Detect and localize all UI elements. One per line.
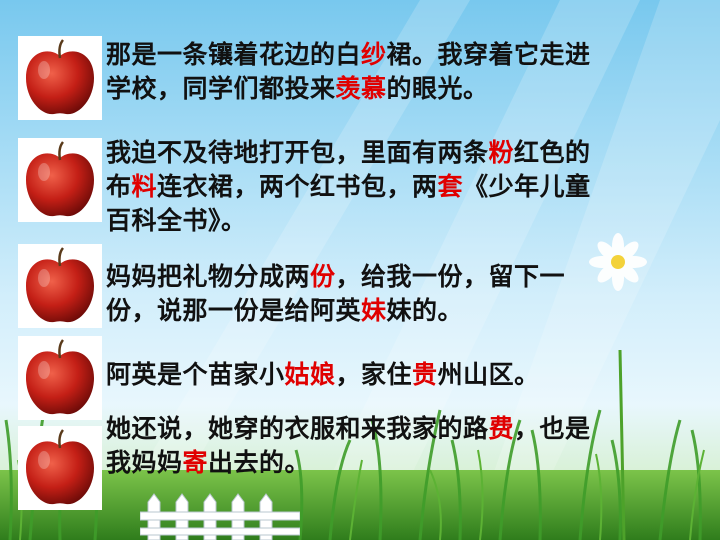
paragraph-5: 她还说，她穿的衣服和来我家的路费，也是 我妈妈寄出去的。 <box>106 412 716 480</box>
text-line: 百科全书》。 <box>106 204 716 238</box>
text-segment: 妈妈把礼物分成两 <box>106 262 311 291</box>
text-segment: 份，说那一份是给阿英 <box>106 296 362 325</box>
text-segment: 布 <box>106 172 132 201</box>
highlighted-character: 份 <box>310 262 336 291</box>
text-line: 阿英是个苗家小姑娘，家住贵州山区。 <box>106 358 716 392</box>
text-segment: 妹的。 <box>386 296 464 325</box>
apple-icon <box>18 244 102 328</box>
highlighted-character: 妹 <box>361 296 387 325</box>
text-segment: 红色的 <box>514 138 591 167</box>
paragraph-4: 阿英是个苗家小姑娘，家住贵州山区。 <box>106 358 716 392</box>
paragraph-1: 那是一条镶着花边的白纱裙。我穿着它走进 学校，同学们都投来羡慕的眼光。 <box>106 38 716 106</box>
white-fence-icon <box>140 493 300 540</box>
text-line: 妈妈把礼物分成两份，给我一份，留下一 <box>106 260 716 294</box>
text-segment: 的眼光。 <box>386 74 489 103</box>
highlighted-character: 粉 <box>488 138 515 167</box>
text-segment: 《少年儿童 <box>463 172 591 201</box>
text-line: 我妈妈寄出去的。 <box>106 446 716 480</box>
text-segment: 她还说，她穿的衣服和来我家的路 <box>106 414 489 443</box>
text-segment: 阿英是个苗家小 <box>106 360 285 389</box>
text-line: 她还说，她穿的衣服和来我家的路费，也是 <box>106 412 716 446</box>
apple-icon <box>18 336 102 420</box>
text-segment: 学校，同学们都投来 <box>106 74 336 103</box>
text-line: 那是一条镶着花边的白纱裙。我穿着它走进 <box>106 38 716 72</box>
apple-icon <box>18 36 102 120</box>
highlighted-character: 料 <box>131 172 158 201</box>
text-segment: ，给我一份，留下一 <box>335 262 566 291</box>
text-line: 布料连衣裙，两个红书包，两套《少年儿童 <box>106 170 716 204</box>
text-segment: 我迫不及待地打开包，里面有两条 <box>106 138 489 167</box>
highlighted-character: 寄 <box>182 448 209 477</box>
text-segment: 那是一条镶着花边的白 <box>106 40 362 69</box>
paragraph-2: 我迫不及待地打开包，里面有两条粉红色的 布料连衣裙，两个红书包，两套《少年儿童 百科… <box>106 136 716 238</box>
text-line: 学校，同学们都投来羡慕的眼光。 <box>106 72 716 106</box>
text-segment: ，也是 <box>514 414 591 443</box>
apple-icon <box>18 426 102 510</box>
text-segment: 百科全书》。 <box>106 206 247 235</box>
text-segment: 州山区。 <box>437 360 540 389</box>
text-segment: 裙。我穿着它走进 <box>386 40 591 69</box>
text-line: 我迫不及待地打开包，里面有两条粉红色的 <box>106 136 716 170</box>
highlighted-character: 套 <box>437 172 464 201</box>
text-segment: ，家住 <box>335 360 413 389</box>
highlighted-character: 费 <box>488 414 515 443</box>
text-segment: 出去的。 <box>208 448 311 477</box>
highlighted-character: 贵 <box>412 360 438 389</box>
apple-icon <box>18 138 102 222</box>
highlighted-character: 纱 <box>361 40 387 69</box>
highlighted-character: 姑娘 <box>284 360 336 389</box>
text-segment: 我妈妈 <box>106 448 183 477</box>
highlighted-character: 羡慕 <box>335 74 387 103</box>
text-line: 份，说那一份是给阿英妹妹的。 <box>106 294 716 328</box>
paragraph-3: 妈妈把礼物分成两份，给我一份，留下一 份，说那一份是给阿英妹妹的。 <box>106 260 716 328</box>
text-segment: 连衣裙，两个红书包，两 <box>157 172 438 201</box>
